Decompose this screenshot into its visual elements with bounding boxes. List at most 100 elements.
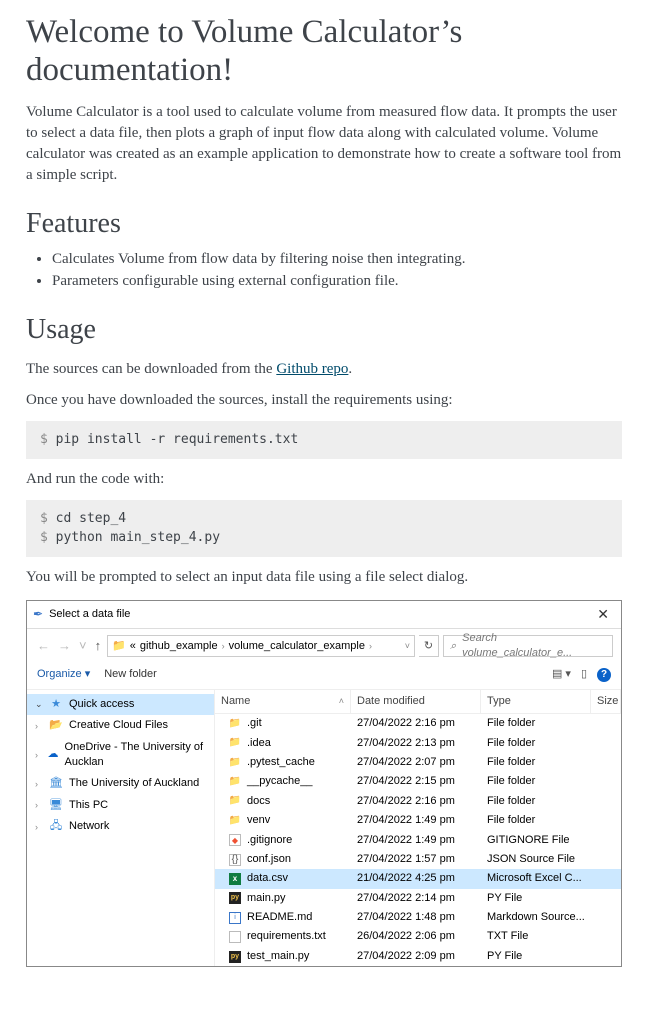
usage-p4: You will be prompted to select an input …: [26, 567, 622, 588]
caret-icon: ›: [35, 720, 43, 733]
dialog-title: Select a data file: [49, 607, 591, 622]
forward-icon[interactable]: →: [56, 637, 73, 655]
tree-label: Network: [69, 819, 109, 834]
tree-label: The University of Auckland: [69, 776, 199, 791]
file-type: File folder: [481, 734, 591, 753]
file-size: [591, 850, 621, 869]
page-title: Welcome to Volume Calculator’s documenta…: [26, 14, 622, 90]
github-repo-link[interactable]: Github repo: [276, 361, 348, 377]
file-row[interactable]: xdata.csv21/04/2022 4:25 pmMicrosoft Exc…: [215, 869, 621, 888]
file-name: __pycache__: [247, 774, 312, 789]
help-icon[interactable]: ?: [597, 668, 611, 682]
caret-icon: ⌄: [35, 698, 43, 711]
cc-icon: 📂: [49, 718, 63, 733]
code-run: $ cd step_4 $ python main_step_4.py: [26, 500, 622, 556]
path-seg[interactable]: volume_calculator_example: [229, 639, 365, 654]
path-seg[interactable]: github_example: [140, 639, 218, 654]
file-date: 26/04/2022 2:06 pm: [351, 927, 481, 946]
file-type: PY File: [481, 947, 591, 966]
feature-item: Parameters configurable using external c…: [52, 271, 622, 292]
file-type: File folder: [481, 772, 591, 791]
file-date: 27/04/2022 2:15 pm: [351, 772, 481, 791]
pc-icon: 🖥: [49, 798, 63, 813]
search-icon: ⌕: [450, 639, 456, 654]
file-name: docs: [247, 794, 270, 809]
view-details-icon[interactable]: ▤ ▾: [552, 667, 571, 682]
file-size: [591, 734, 621, 753]
code-install: $ pip install -r requirements.txt: [26, 421, 622, 459]
tree-item[interactable]: › 🖥 This PC: [27, 795, 214, 816]
file-row[interactable]: pymain.py27/04/2022 2:14 pmPY File: [215, 889, 621, 908]
file-type: File folder: [481, 753, 591, 772]
breadcrumb[interactable]: 📁 « github_example › volume_calculator_e…: [107, 635, 415, 657]
column-headers[interactable]: Name˄ Date modified Type Size: [215, 690, 621, 714]
col-name: Name˄: [215, 690, 351, 713]
search-input[interactable]: ⌕ Search volume_calculator_e...: [443, 635, 613, 657]
file-row[interactable]: 📁__pycache__27/04/2022 2:15 pmFile folde…: [215, 772, 621, 791]
file-row[interactable]: 📁.idea27/04/2022 2:13 pmFile folder: [215, 734, 621, 753]
net-icon: 🖧: [49, 819, 63, 834]
file-name: venv: [247, 813, 270, 828]
file-row[interactable]: 📁docs27/04/2022 2:16 pmFile folder: [215, 792, 621, 811]
organize-button[interactable]: Organize ▾: [37, 667, 90, 682]
file-name: .gitignore: [247, 833, 292, 848]
file-type: PY File: [481, 889, 591, 908]
tree-item[interactable]: ›☁OneDrive - The University of Aucklan: [27, 737, 214, 774]
file-size: [591, 811, 621, 830]
tree-item[interactable]: › 📂 Creative Cloud Files: [27, 715, 214, 736]
tree-label: Quick access: [69, 697, 134, 712]
file-type: JSON Source File: [481, 850, 591, 869]
file-type: File folder: [481, 714, 591, 733]
file-name: .idea: [247, 736, 271, 751]
file-row[interactable]: 📁venv27/04/2022 1:49 pmFile folder: [215, 811, 621, 830]
file-row[interactable]: 📁.pytest_cache27/04/2022 2:07 pmFile fol…: [215, 753, 621, 772]
usage-p3: And run the code with:: [26, 469, 622, 490]
tree-label: This PC: [69, 798, 108, 813]
caret-icon: ›: [35, 799, 43, 812]
back-icon[interactable]: ←: [35, 637, 52, 655]
caret-icon: ›: [35, 778, 43, 791]
folder-icon: 📁: [229, 795, 241, 807]
features-heading: Features: [26, 204, 622, 243]
file-date: 21/04/2022 4:25 pm: [351, 869, 481, 888]
refresh-icon[interactable]: ↻: [419, 635, 439, 657]
up-icon[interactable]: ↑: [93, 637, 104, 655]
tree-item[interactable]: ⌄★Quick access: [27, 694, 214, 715]
file-row[interactable]: 📁.git27/04/2022 2:16 pmFile folder: [215, 714, 621, 733]
file-date: 27/04/2022 1:49 pm: [351, 831, 481, 850]
history-icon[interactable]: ˅: [77, 637, 89, 655]
usage-heading: Usage: [26, 310, 622, 349]
tree-item[interactable]: ›🏛The University of Auckland: [27, 773, 214, 794]
features-list: Calculates Volume from flow data by filt…: [26, 249, 622, 292]
tree-item[interactable]: › 🖧 Network: [27, 816, 214, 837]
file-row[interactable]: {}conf.json27/04/2022 1:57 pmJSON Source…: [215, 850, 621, 869]
newfolder-button[interactable]: New folder: [104, 667, 157, 682]
json-icon: {}: [229, 854, 241, 866]
file-size: [591, 772, 621, 791]
path-ellipsis: «: [130, 639, 136, 654]
preview-pane-icon[interactable]: ▯: [581, 667, 587, 682]
folder-icon: 📁: [229, 718, 241, 730]
file-type: TXT File: [481, 927, 591, 946]
caret-icon: ›: [35, 821, 43, 834]
file-name: README.md: [247, 910, 312, 925]
file-size: [591, 908, 621, 927]
file-row[interactable]: ◆.gitignore27/04/2022 1:49 pmGITIGNORE F…: [215, 831, 621, 850]
file-size: [591, 869, 621, 888]
cloud-icon: ☁: [47, 747, 58, 762]
chevron-right-icon: ›: [222, 640, 225, 653]
file-size: [591, 831, 621, 850]
file-name: .git: [247, 716, 262, 731]
file-size: [591, 889, 621, 908]
chevron-down-icon[interactable]: ˅: [405, 640, 410, 653]
file-size: [591, 792, 621, 811]
file-size: [591, 947, 621, 966]
file-row[interactable]: requirements.txt26/04/2022 2:06 pmTXT Fi…: [215, 927, 621, 946]
tree-label: Creative Cloud Files: [69, 718, 168, 733]
col-size: Size: [591, 690, 621, 713]
file-row[interactable]: iREADME.md27/04/2022 1:48 pmMarkdown Sou…: [215, 908, 621, 927]
feather-icon: ✒: [33, 606, 43, 623]
usage-p1: The sources can be downloaded from the G…: [26, 359, 622, 380]
file-row[interactable]: pytest_main.py27/04/2022 2:09 pmPY File: [215, 947, 621, 966]
close-icon[interactable]: ✕: [591, 605, 615, 625]
